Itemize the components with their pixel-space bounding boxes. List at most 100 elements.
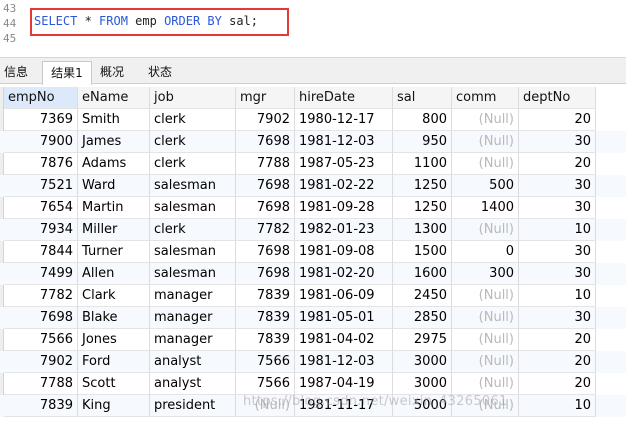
cell-deptno[interactable]: 10 [519,285,596,307]
table-row[interactable]: 7369 Smith clerk 7902 1980-12-17 800 (Null) 20 [0,109,626,131]
table-row[interactable]: 7788 Scott analyst 7566 1987-04-19 3000 (Null)… [0,373,626,395]
table-row[interactable]: 7654 Martin salesman 7698 1981-09-28 1250 1400… [0,197,626,219]
cell-empno[interactable]: 7839 [4,395,78,417]
sql-editor[interactable]: 43 44 45 SELECT * FROM emp ORDER BY sal; [0,0,626,56]
cell-job[interactable]: analyst [150,351,236,373]
cell-deptno[interactable]: 30 [519,241,596,263]
cell-empno[interactable]: 7566 [4,329,78,351]
cell-hiredate[interactable]: 1981-12-03 [295,351,393,373]
cell-deptno[interactable]: 10 [519,395,596,417]
cell-ename[interactable]: King [78,395,150,417]
cell-mgr[interactable]: 7788 [236,153,295,175]
cell-empno[interactable]: 7934 [4,219,78,241]
cell-empno[interactable]: 7902 [4,351,78,373]
cell-ename[interactable]: Martin [78,197,150,219]
cell-job[interactable]: manager [150,285,236,307]
column-header-mgr[interactable]: mgr [236,87,295,109]
cell-sal[interactable]: 5000 [393,395,452,417]
cell-job[interactable]: salesman [150,175,236,197]
cell-comm[interactable]: (Null) [452,153,519,175]
cell-empno[interactable]: 7788 [4,373,78,395]
cell-comm[interactable]: (Null) [452,395,519,417]
table-row[interactable]: 7782 Clark manager 7839 1981-06-09 2450 (Null)… [0,285,626,307]
cell-ename[interactable]: Blake [78,307,150,329]
cell-ename[interactable]: Smith [78,109,150,131]
cell-ename[interactable]: James [78,131,150,153]
cell-empno[interactable]: 7654 [4,197,78,219]
table-row[interactable]: 7499 Allen salesman 7698 1981-02-20 1600 300 30 [0,263,626,285]
cell-job[interactable]: clerk [150,153,236,175]
cell-empno[interactable]: 7521 [4,175,78,197]
cell-ename[interactable]: Jones [78,329,150,351]
cell-sal[interactable]: 800 [393,109,452,131]
cell-empno[interactable]: 7900 [4,131,78,153]
cell-deptno[interactable]: 20 [519,329,596,351]
cell-sal[interactable]: 1300 [393,219,452,241]
cell-hiredate[interactable]: 1981-04-02 [295,329,393,351]
sql-statement[interactable]: SELECT * FROM emp ORDER BY sal; [34,14,258,28]
cell-comm[interactable]: 300 [452,263,519,285]
cell-mgr[interactable]: 7566 [236,351,295,373]
column-header-comm[interactable]: comm [452,87,519,109]
cell-empno[interactable]: 7876 [4,153,78,175]
cell-sal[interactable]: 1100 [393,153,452,175]
cell-comm[interactable]: (Null) [452,329,519,351]
table-row[interactable]: 7839 King president (Null) 1981-11-17 5000 (Nu… [0,395,626,417]
cell-deptno[interactable]: 30 [519,197,596,219]
cell-hiredate[interactable]: 1981-02-22 [295,175,393,197]
cell-empno[interactable]: 7369 [4,109,78,131]
cell-job[interactable]: salesman [150,263,236,285]
cell-mgr[interactable]: 7782 [236,219,295,241]
cell-ename[interactable]: Scott [78,373,150,395]
cell-hiredate[interactable]: 1987-05-23 [295,153,393,175]
cell-mgr[interactable]: 7839 [236,329,295,351]
cell-sal[interactable]: 1250 [393,197,452,219]
tab-profile[interactable]: 概况 [92,61,132,84]
cell-sal[interactable]: 1500 [393,241,452,263]
cell-ename[interactable]: Adams [78,153,150,175]
cell-mgr[interactable]: 7698 [236,241,295,263]
cell-deptno[interactable]: 30 [519,263,596,285]
cell-deptno[interactable]: 20 [519,373,596,395]
cell-deptno[interactable]: 30 [519,131,596,153]
cell-hiredate[interactable]: 1982-01-23 [295,219,393,241]
table-row[interactable]: 7934 Miller clerk 7782 1982-01-23 1300 (Null) 1… [0,219,626,241]
cell-comm[interactable]: (Null) [452,307,519,329]
cell-ename[interactable]: Ward [78,175,150,197]
cell-mgr[interactable]: 7698 [236,131,295,153]
cell-sal[interactable]: 3000 [393,351,452,373]
cell-mgr[interactable]: 7902 [236,109,295,131]
column-header-ename[interactable]: eName [78,87,150,109]
table-row[interactable]: 7900 James clerk 7698 1981-12-03 950 (Null) 30 [0,131,626,153]
table-row[interactable]: 7698 Blake manager 7839 1981-05-01 2850 (Null)… [0,307,626,329]
cell-hiredate[interactable]: 1981-09-08 [295,241,393,263]
cell-comm[interactable]: (Null) [452,351,519,373]
cell-sal[interactable]: 3000 [393,373,452,395]
cell-comm[interactable]: (Null) [452,373,519,395]
cell-deptno[interactable]: 20 [519,153,596,175]
tab-info[interactable]: 信息 [0,61,32,84]
cell-mgr[interactable]: 7839 [236,307,295,329]
cell-comm[interactable]: (Null) [452,285,519,307]
cell-empno[interactable]: 7698 [4,307,78,329]
column-header-job[interactable]: job [150,87,236,109]
cell-sal[interactable]: 2975 [393,329,452,351]
table-row[interactable]: 7844 Turner salesman 7698 1981-09-08 1500 0 30 [0,241,626,263]
cell-deptno[interactable]: 30 [519,307,596,329]
cell-hiredate[interactable]: 1980-12-17 [295,109,393,131]
cell-sal[interactable]: 2450 [393,285,452,307]
cell-comm[interactable]: 0 [452,241,519,263]
cell-empno[interactable]: 7782 [4,285,78,307]
cell-job[interactable]: manager [150,329,236,351]
cell-comm[interactable]: 1400 [452,197,519,219]
column-header-deptno[interactable]: deptNo [519,87,596,109]
cell-mgr[interactable]: 7566 [236,373,295,395]
cell-hiredate[interactable]: 1981-09-28 [295,197,393,219]
cell-sal[interactable]: 2850 [393,307,452,329]
table-row[interactable]: 7566 Jones manager 7839 1981-04-02 2975 (Null)… [0,329,626,351]
cell-sal[interactable]: 950 [393,131,452,153]
tab-status[interactable]: 状态 [140,61,180,84]
cell-hiredate[interactable]: 1981-06-09 [295,285,393,307]
cell-ename[interactable]: Miller [78,219,150,241]
cell-ename[interactable]: Clark [78,285,150,307]
